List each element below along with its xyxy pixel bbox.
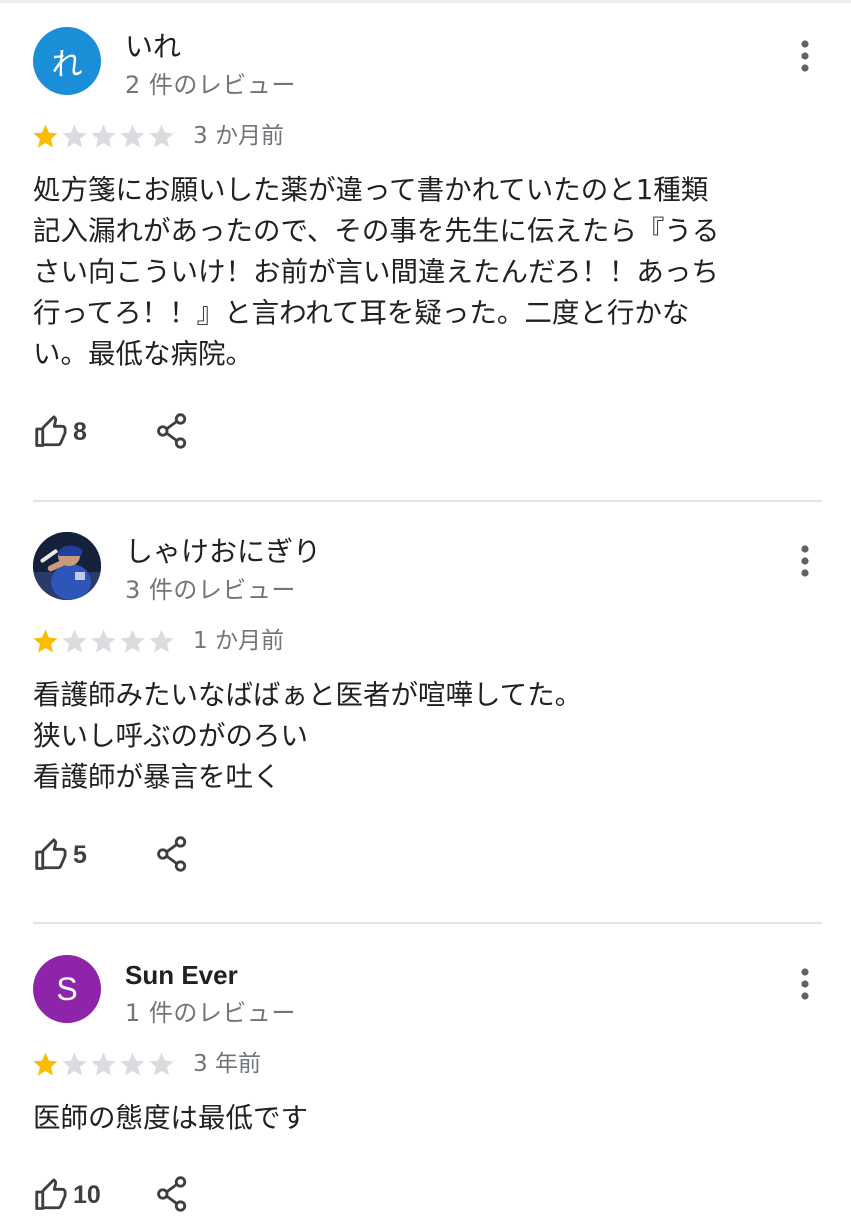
profile-photo xyxy=(33,532,101,600)
more-vert-icon xyxy=(801,545,809,577)
star-empty-icon xyxy=(120,629,145,652)
avatar-letter: れ xyxy=(51,46,83,83)
thumb-up-icon xyxy=(35,1178,67,1210)
divider xyxy=(33,922,822,924)
review-date: 3 年前 xyxy=(193,1051,261,1077)
star-empty-icon xyxy=(62,1052,87,1075)
review-text: 看護師みたいなばばぁと医者が喧嘩してた。 狭いし呼ぶのがのろい 看護師が暴言を吐… xyxy=(33,675,793,798)
review-actions: 10 xyxy=(33,1173,187,1217)
star-empty-icon xyxy=(91,1052,116,1075)
share-icon xyxy=(157,836,187,872)
like-count: 10 xyxy=(73,1180,101,1209)
review-text: 医師の態度は最低です xyxy=(33,1098,793,1139)
star-filled-icon xyxy=(33,124,58,147)
like-count: 8 xyxy=(73,417,87,446)
star-rating xyxy=(31,1046,176,1082)
avatar-letter: S xyxy=(56,970,78,1007)
review-date: 1 か月前 xyxy=(193,628,284,654)
star-empty-icon xyxy=(91,629,116,652)
more-options-button[interactable] xyxy=(788,964,822,1004)
review-actions: 8 xyxy=(33,410,187,454)
review-text-line: い。最低な病院。 xyxy=(33,338,253,370)
more-vert-icon xyxy=(801,40,809,72)
reviewer-name[interactable]: しゃけおにぎり xyxy=(125,535,321,569)
review-text: 処方箋にお願いした薬が違って書かれていたのと1種類 記入漏れがあったので、その事… xyxy=(33,170,793,375)
review-count[interactable]: 1 件のレビュー xyxy=(125,998,296,1028)
review-count[interactable]: 3 件のレビュー xyxy=(125,575,296,605)
star-rating xyxy=(31,623,176,659)
thumb-up-icon xyxy=(35,838,67,870)
share-button[interactable] xyxy=(155,835,189,877)
avatar[interactable] xyxy=(33,532,101,600)
star-empty-icon xyxy=(120,124,145,147)
more-options-button[interactable] xyxy=(788,36,822,76)
star-empty-icon xyxy=(149,124,174,147)
review-text-line: さい向こういけ！お前が言い間違えたんだろ！！あっち xyxy=(33,256,719,288)
star-empty-icon xyxy=(149,1052,174,1075)
share-icon xyxy=(157,413,187,449)
like-button[interactable]: 8 xyxy=(33,414,87,450)
more-vert-icon xyxy=(801,968,809,1000)
like-count: 5 xyxy=(73,840,87,869)
review-text-line: 行ってろ！！』と言われて耳を疑った。二度と行かな xyxy=(33,297,690,329)
review-card: しゃけおにぎり 3 件のレビュー 1 か月前 看護師みたいなばばぁと医者が喧嘩し… xyxy=(0,505,851,923)
avatar[interactable]: れ xyxy=(33,27,101,95)
star-empty-icon xyxy=(149,629,174,652)
reviewer-name[interactable]: Sun Ever xyxy=(125,958,238,992)
review-text-line: 処方箋にお願いした薬が違って書かれていたのと1種類 xyxy=(33,174,709,206)
share-button[interactable] xyxy=(155,412,189,454)
avatar[interactable]: S xyxy=(33,955,101,1023)
review-card: S Sun Ever 1 件のレビュー 3 年前 医師の態度は最低です 10 xyxy=(0,928,851,1212)
review-text-line: 医師の態度は最低です xyxy=(33,1102,308,1134)
star-filled-icon xyxy=(33,1052,58,1075)
share-button[interactable] xyxy=(155,1175,189,1217)
review-text-line: 記入漏れがあったので、その事を先生に伝えたら『うる xyxy=(33,215,720,247)
star-empty-icon xyxy=(62,629,87,652)
review-text-line: 狭いし呼ぶのがのろい xyxy=(33,720,308,752)
divider xyxy=(33,500,822,502)
reviewer-name[interactable]: いれ xyxy=(125,30,181,64)
thumb-up-icon xyxy=(35,415,67,447)
review-card: れ いれ 2 件のレビュー 3 か月前 処方箋にお願いした薬が違って書かれていた… xyxy=(0,0,851,500)
review-actions: 5 xyxy=(33,833,187,877)
star-rating xyxy=(31,118,176,154)
share-icon xyxy=(157,1176,187,1212)
like-button[interactable]: 5 xyxy=(33,837,87,873)
like-button[interactable]: 10 xyxy=(33,1177,101,1213)
review-text-line: 看護師が暴言を吐く xyxy=(33,761,281,793)
star-empty-icon xyxy=(62,124,87,147)
star-empty-icon xyxy=(91,124,116,147)
review-count[interactable]: 2 件のレビュー xyxy=(125,70,296,100)
more-options-button[interactable] xyxy=(788,541,822,581)
star-empty-icon xyxy=(120,1052,145,1075)
review-date: 3 か月前 xyxy=(193,123,284,149)
star-filled-icon xyxy=(33,629,58,652)
review-text-line: 看護師みたいなばばぁと医者が喧嘩してた。 xyxy=(33,679,583,711)
